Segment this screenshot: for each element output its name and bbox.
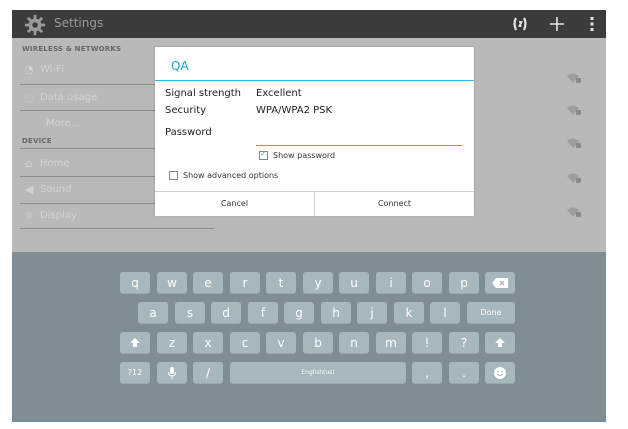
key-p[interactable]: p bbox=[449, 272, 479, 294]
key-x[interactable]: x bbox=[193, 332, 223, 354]
key-g[interactable]: g bbox=[284, 302, 314, 324]
symbols-key[interactable]: ?12 bbox=[120, 362, 150, 384]
shift-icon bbox=[130, 338, 140, 347]
section-header-device: DEVICE bbox=[22, 137, 52, 145]
divider bbox=[20, 228, 214, 229]
signal-strength-label: Signal strength bbox=[165, 88, 242, 99]
signal-strength-value: Excellent bbox=[256, 88, 302, 99]
key-o[interactable]: o bbox=[412, 272, 442, 294]
key-b[interactable]: b bbox=[303, 332, 333, 354]
security-value: WPA/WPA2 PSK bbox=[256, 105, 333, 116]
smiley-icon bbox=[494, 367, 506, 379]
settings-item-label: Display bbox=[40, 210, 77, 221]
wifi-locked-icon[interactable] bbox=[566, 137, 582, 149]
show-password-label: Show password bbox=[273, 151, 336, 160]
backspace-icon bbox=[492, 278, 508, 288]
key-slash[interactable]: / bbox=[193, 362, 223, 384]
settings-item-label: Data usage bbox=[40, 92, 98, 103]
key-f[interactable]: f bbox=[248, 302, 278, 324]
key-s[interactable]: s bbox=[175, 302, 205, 324]
key-j[interactable]: j bbox=[357, 302, 387, 324]
wifi-icon: ◔ bbox=[24, 63, 34, 76]
cancel-button[interactable]: Cancel bbox=[155, 192, 314, 216]
password-input[interactable] bbox=[256, 129, 462, 146]
wifi-locked-icon[interactable] bbox=[566, 206, 582, 218]
key-a[interactable]: a bbox=[138, 302, 168, 324]
settings-gear-icon[interactable] bbox=[24, 14, 46, 36]
space-key[interactable]: English(us) bbox=[230, 362, 406, 384]
add-network-icon[interactable] bbox=[547, 14, 567, 34]
voice-input-key[interactable] bbox=[157, 362, 187, 384]
settings-item-label: Wi-Fi bbox=[40, 64, 64, 75]
dialog-title-divider bbox=[155, 80, 474, 81]
show-password-checkbox[interactable] bbox=[259, 149, 268, 160]
wifi-scan-icon[interactable] bbox=[510, 14, 530, 34]
dialog-button-bar: Cancel Connect bbox=[155, 191, 474, 216]
action-bar: Settings bbox=[12, 10, 606, 38]
overflow-menu-icon[interactable] bbox=[585, 14, 599, 34]
done-key[interactable]: Done bbox=[467, 302, 515, 324]
advanced-options-label: Show advanced options bbox=[183, 171, 279, 180]
key-comma[interactable]: , bbox=[412, 362, 442, 384]
key-t[interactable]: t bbox=[266, 272, 296, 294]
brightness-icon: ☼ bbox=[24, 209, 34, 222]
key-r[interactable]: r bbox=[230, 272, 260, 294]
wifi-locked-icon[interactable] bbox=[566, 72, 582, 84]
key-question[interactable]: ? bbox=[449, 332, 479, 354]
connect-button[interactable]: Connect bbox=[315, 192, 474, 216]
security-label: Security bbox=[165, 105, 207, 116]
key-y[interactable]: y bbox=[303, 272, 333, 294]
key-d[interactable]: d bbox=[211, 302, 241, 324]
key-i[interactable]: i bbox=[376, 272, 406, 294]
shift-icon bbox=[495, 338, 505, 347]
wifi-locked-icon[interactable] bbox=[566, 172, 582, 184]
settings-item-label: Home bbox=[40, 158, 70, 169]
settings-item-label: Sound bbox=[40, 184, 72, 195]
tablet-screen: Settings WIRELESS & NETWORKS ◔ Wi-Fi ◌ D… bbox=[12, 10, 606, 422]
key-n[interactable]: n bbox=[339, 332, 369, 354]
key-q[interactable]: q bbox=[120, 272, 150, 294]
section-header-wireless: WIRELESS & NETWORKS bbox=[22, 45, 122, 53]
shift-key-left[interactable] bbox=[120, 332, 150, 354]
key-u[interactable]: u bbox=[339, 272, 369, 294]
emoji-key[interactable] bbox=[485, 362, 515, 384]
key-exclamation[interactable]: ! bbox=[412, 332, 442, 354]
dialog-title: QA bbox=[171, 59, 189, 73]
action-bar-title: Settings bbox=[54, 16, 104, 30]
microphone-icon bbox=[168, 367, 176, 379]
key-m[interactable]: m bbox=[376, 332, 406, 354]
password-label: Password bbox=[165, 127, 212, 138]
shift-key-right[interactable] bbox=[485, 332, 515, 354]
advanced-options-checkbox[interactable] bbox=[169, 171, 178, 180]
key-e[interactable]: e bbox=[193, 272, 223, 294]
key-z[interactable]: z bbox=[157, 332, 187, 354]
speaker-icon: ◀ bbox=[24, 183, 34, 196]
soft-keyboard: q w e r t y u i o p a s d f g h j k l Do… bbox=[12, 252, 606, 422]
settings-item-label: More... bbox=[46, 118, 81, 129]
key-k[interactable]: k bbox=[394, 302, 424, 324]
wifi-connect-dialog: QA Signal strength Excellent Security WP… bbox=[155, 47, 474, 216]
key-w[interactable]: w bbox=[157, 272, 187, 294]
key-h[interactable]: h bbox=[321, 302, 351, 324]
key-period[interactable]: . bbox=[449, 362, 479, 384]
key-v[interactable]: v bbox=[266, 332, 296, 354]
backspace-key[interactable] bbox=[485, 272, 515, 294]
data-usage-icon: ◌ bbox=[24, 91, 34, 104]
home-icon: ⌂ bbox=[25, 157, 33, 170]
key-c[interactable]: c bbox=[230, 332, 260, 354]
key-l[interactable]: l bbox=[430, 302, 460, 324]
wifi-locked-icon[interactable] bbox=[566, 104, 582, 116]
